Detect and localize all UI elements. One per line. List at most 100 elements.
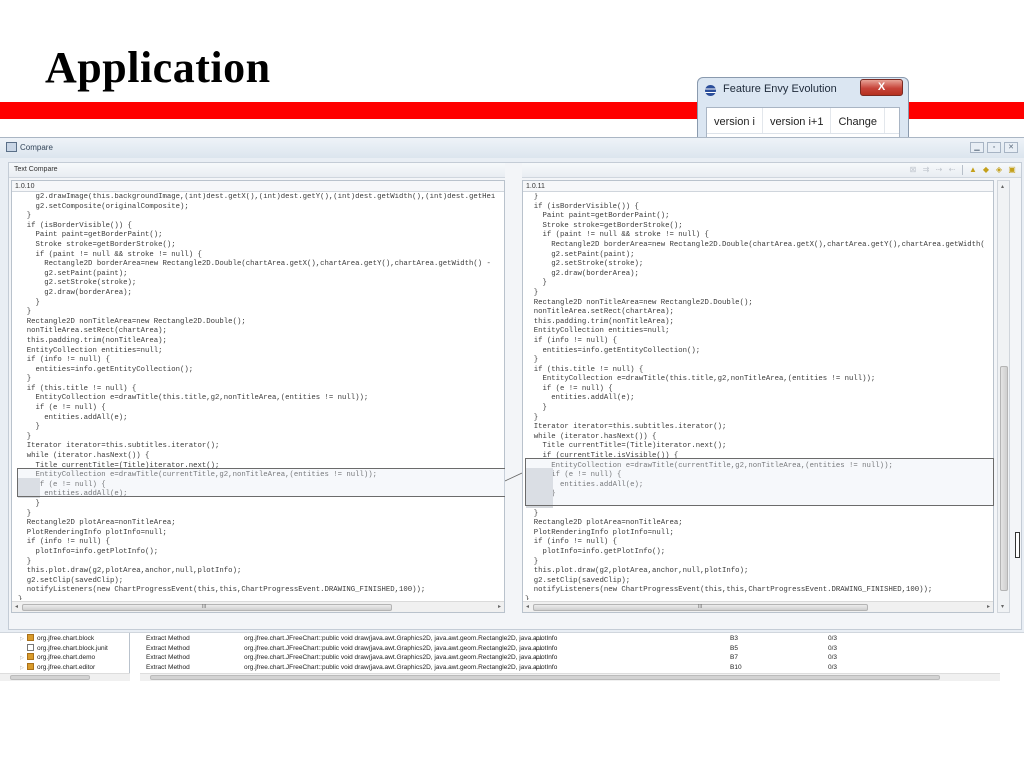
right-code-view[interactable]: } if (isBorderVisible()) { Paint paint=g… [523, 193, 993, 600]
code-line: if (info != null) { [18, 356, 110, 365]
left-scroll-thumb[interactable] [22, 604, 392, 611]
copy-right-icon[interactable]: ⇢ [934, 165, 944, 175]
code-line: g2.setPaint(paint); [525, 250, 635, 259]
code-line: Rectangle2D borderArea=new Rectangle2D.D… [525, 240, 985, 249]
tree-horizontal-scrollbar[interactable] [0, 673, 130, 681]
cell-ratio: 0/3 [828, 635, 838, 642]
package-tree-item[interactable]: org.jfree.chart.demo [27, 653, 95, 663]
code-line: if (info != null) { [525, 336, 617, 345]
code-line: Stroke stroke=getBorderStroke(); [18, 240, 176, 249]
minimize-icon: ▁ [974, 144, 980, 151]
right-compare-pane[interactable]: 1.0.11 } if (isBorderVisible()) { Paint … [522, 180, 994, 613]
overview-change-marker[interactable] [1015, 532, 1020, 558]
compare-titlebar[interactable]: Compare ▁ ▫ ✕ [0, 138, 1024, 158]
diff-connector [504, 163, 523, 613]
minimize-button[interactable]: ▁ [970, 142, 984, 153]
code-line: EntityCollection e=drawTitle(this.title,… [525, 375, 876, 384]
overview-ruler[interactable] [1014, 180, 1022, 613]
scroll-right-icon[interactable]: ▸ [498, 603, 501, 610]
code-line: g2.setStroke(stroke); [18, 279, 137, 288]
previous-change-icon[interactable]: ▣ [1007, 165, 1017, 175]
right-diff-highlight[interactable] [525, 458, 994, 506]
code-line: this.plot.draw(g2,plotArea,anchor,null,p… [525, 567, 749, 576]
table-row[interactable]: Extract Method org.jfree.chart.JFreeChart… [136, 644, 996, 654]
close-icon: ✕ [1008, 144, 1014, 151]
package-tree-item[interactable]: org.jfree.chart.editor [27, 662, 95, 673]
table-horizontal-scrollbar[interactable] [140, 673, 1000, 681]
feature-envy-titlebar[interactable]: Feature Envy Evolution X [698, 78, 908, 102]
column-version-i[interactable]: version i [707, 108, 763, 133]
right-horizontal-scrollbar[interactable]: ◂ III ▸ [523, 601, 993, 612]
code-line: Paint paint=getBorderPaint(); [525, 212, 670, 221]
scroll-left-icon[interactable]: ◂ [526, 603, 529, 610]
code-line: } [525, 279, 547, 288]
cell-entity: plotInfo [536, 635, 558, 642]
table-row[interactable]: Extract Method org.jfree.chart.JFreeChart… [136, 634, 996, 644]
scroll-down-icon[interactable]: ▾ [1001, 603, 1004, 610]
code-line: plotInfo=info.getPlotInfo(); [18, 547, 159, 556]
code-line: notifyListeners(new ChartProgressEvent(t… [525, 586, 933, 595]
feature-envy-title: Feature Envy Evolution [723, 83, 837, 95]
table-row[interactable]: Extract Method org.jfree.chart.JFreeChart… [136, 653, 996, 663]
package-icon [27, 662, 34, 670]
code-line: if (e != null) { [525, 384, 613, 393]
right-version-label: 1.0.11 [523, 181, 993, 192]
code-line: if (paint != null && stroke != null) { [525, 231, 709, 240]
code-line: g2.setPaint(paint); [18, 269, 128, 278]
code-line: g2.setClip(savedClip); [525, 576, 631, 585]
package-icon [27, 653, 34, 660]
code-line: g2.drawImage(this.backgroundImage,(int)d… [18, 193, 496, 201]
toolbar-separator [962, 165, 963, 175]
close-window-button[interactable]: ✕ [1004, 142, 1018, 153]
left-code-view[interactable]: g2.drawImage(this.backgroundImage,(int)d… [12, 193, 504, 600]
code-line: } [525, 509, 539, 518]
table-row[interactable]: Extract Method org.jfree.chart.JFreeChart… [136, 663, 996, 673]
package-tree-item[interactable]: org.jfree.chart.block.junit [27, 643, 108, 654]
vertical-scrollbar[interactable]: ▴ ▾ [997, 180, 1010, 613]
column-change[interactable]: Change [831, 108, 886, 133]
previous-difference-icon[interactable]: ◆ [981, 165, 991, 175]
code-line: entities=info.getEntityCollection(); [18, 365, 194, 374]
code-line: if (info != null) { [525, 538, 617, 547]
code-line: } [18, 375, 32, 384]
code-line: } [18, 557, 32, 566]
expand-icon[interactable]: ▷ [20, 655, 24, 661]
diff-connector-line [504, 472, 523, 482]
package-label: org.jfree.chart.block [37, 635, 95, 642]
package-tree-item[interactable]: org.jfree.chart.block [27, 634, 94, 644]
column-version-i-plus-1[interactable]: version i+1 [763, 108, 832, 133]
left-horizontal-scrollbar[interactable]: ◂ III ▸ [12, 601, 504, 612]
left-compare-pane[interactable]: 1.0.10 g2.drawImage(this.backgroundImage… [11, 180, 507, 613]
code-line: Rectangle2D plotArea=nonTitleArea; [525, 519, 683, 528]
scroll-left-icon[interactable]: ◂ [15, 603, 18, 610]
copy-left-icon[interactable]: ⇠ [947, 165, 957, 175]
copy-all-left-icon[interactable]: ⇉ [921, 165, 931, 175]
ignore-whitespace-icon[interactable]: ⊠ [908, 165, 918, 175]
code-line: Iterator iterator=this.subtitles.iterato… [18, 442, 220, 451]
left-diff-highlight[interactable] [17, 468, 507, 497]
code-line: g2.setStroke(stroke); [525, 260, 644, 269]
package-icon [27, 634, 34, 641]
expand-icon[interactable]: ▷ [20, 636, 24, 642]
scroll-up-icon[interactable]: ▴ [1001, 183, 1004, 190]
compare-toolbar: ⊠ ⇉ ⇢ ⇠ ▲ ◆ ◈ ▣ [908, 165, 1017, 175]
package-label: org.jfree.chart.block.junit [37, 644, 108, 652]
compare-title: Compare [20, 143, 53, 152]
maximize-button[interactable]: ▫ [987, 142, 1001, 153]
code-line: } [525, 595, 530, 600]
expand-icon[interactable]: ▷ [20, 665, 24, 671]
code-line: Iterator iterator=this.subtitles.iterato… [525, 423, 727, 432]
close-button[interactable]: X [860, 79, 903, 96]
cell-method: org.jfree.chart.JFreeChart::public void … [244, 654, 543, 661]
next-change-icon[interactable]: ◈ [994, 165, 1004, 175]
code-line: if (isBorderVisible()) { [525, 202, 639, 211]
cell-ratio: 0/3 [828, 663, 838, 671]
code-line: } [525, 288, 539, 297]
scroll-right-icon[interactable]: ▸ [987, 603, 990, 610]
table-scroll-thumb[interactable] [150, 675, 940, 680]
tree-scroll-thumb[interactable] [10, 675, 90, 680]
code-line: Stroke stroke=getBorderStroke(); [525, 221, 683, 230]
next-difference-icon[interactable]: ▲ [968, 165, 978, 175]
code-line: notifyListeners(new ChartProgressEvent(t… [18, 586, 426, 595]
vertical-scroll-thumb[interactable] [1000, 366, 1008, 591]
